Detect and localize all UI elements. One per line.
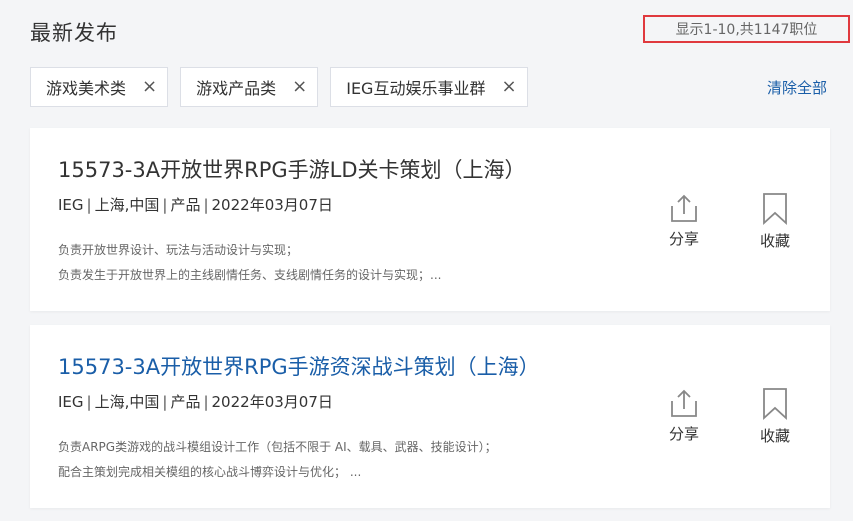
- filter-chip-product: 游戏产品类 ×: [180, 67, 319, 107]
- share-icon: [671, 389, 697, 417]
- filter-chip-label: 游戏产品类: [196, 79, 277, 98]
- job-meta: IEG | 上海,中国 | 产品 | 2022年03月07日: [58, 196, 333, 214]
- favorite-button[interactable]: 收藏: [760, 192, 790, 251]
- favorite-label: 收藏: [760, 232, 791, 250]
- share-button[interactable]: 分享: [668, 387, 700, 444]
- share-label: 分享: [668, 425, 699, 443]
- job-title[interactable]: 15573-3A开放世界RPG手游资深战斗策划（上海）: [58, 351, 540, 381]
- job-title[interactable]: 15573-3A开放世界RPG手游LD关卡策划（上海）: [58, 154, 526, 184]
- job-card[interactable]: 15573-3A开放世界RPG手游资深战斗策划（上海） IEG | 上海,中国 | 产品…: [30, 325, 830, 508]
- favorite-label: 收藏: [760, 427, 791, 445]
- job-date: 2022年03月07日: [211, 196, 333, 214]
- job-card[interactable]: 15573-3A开放世界RPG手游LD关卡策划（上海） IEG | 上海,中国 | 产品…: [30, 128, 830, 311]
- close-icon[interactable]: ×: [142, 78, 157, 96]
- job-date: 2022年03月07日: [211, 393, 333, 411]
- job-location: 上海,中国: [94, 196, 160, 214]
- job-description: 负责ARPG类游戏的战斗模组设计工作（包括不限于 AI、载具、武器、技能设计）；…: [58, 435, 497, 485]
- job-desc-line: 配合主策划完成相关模组的核心战斗博弈设计与优化； ...: [58, 465, 362, 479]
- filter-chip-art: 游戏美术类 ×: [30, 67, 169, 107]
- share-button[interactable]: 分享: [668, 192, 700, 249]
- job-location: 上海,中国: [94, 393, 160, 411]
- result-count: 显示1-10,共1147职位: [643, 15, 850, 43]
- filter-chip-label: IEG互动娱乐事业群: [346, 79, 486, 98]
- job-meta: IEG | 上海,中国 | 产品 | 2022年03月07日: [58, 393, 333, 411]
- bookmark-icon: [763, 388, 787, 421]
- job-category: 产品: [170, 196, 201, 214]
- filter-chips: 游戏美术类 × 游戏产品类 × IEG互动娱乐事业群 ×: [30, 67, 540, 107]
- job-bg: IEG: [58, 196, 84, 214]
- close-icon[interactable]: ×: [501, 78, 516, 96]
- filter-chip-label: 游戏美术类: [46, 79, 127, 98]
- job-desc-line: 负责ARPG类游戏的战斗模组设计工作（包括不限于 AI、载具、武器、技能设计）；: [58, 440, 497, 454]
- filter-chip-ieg: IEG互动娱乐事业群 ×: [330, 67, 528, 107]
- close-icon[interactable]: ×: [292, 78, 307, 96]
- share-label: 分享: [668, 230, 699, 248]
- favorite-button[interactable]: 收藏: [760, 387, 790, 446]
- job-bg: IEG: [58, 393, 84, 411]
- job-desc-line: 负责发生于开放世界上的主线剧情任务、支线剧情任务的设计与实现；...: [58, 268, 442, 282]
- job-category: 产品: [170, 393, 201, 411]
- job-desc-line: 负责开放世界设计、玩法与活动设计与实现；: [58, 243, 299, 257]
- page-title: 最新发布: [30, 21, 118, 45]
- share-icon: [671, 194, 697, 222]
- clear-all-link[interactable]: 清除全部: [767, 77, 827, 98]
- bookmark-icon: [763, 193, 787, 226]
- job-description: 负责开放世界设计、玩法与活动设计与实现； 负责发生于开放世界上的主线剧情任务、支…: [58, 238, 441, 288]
